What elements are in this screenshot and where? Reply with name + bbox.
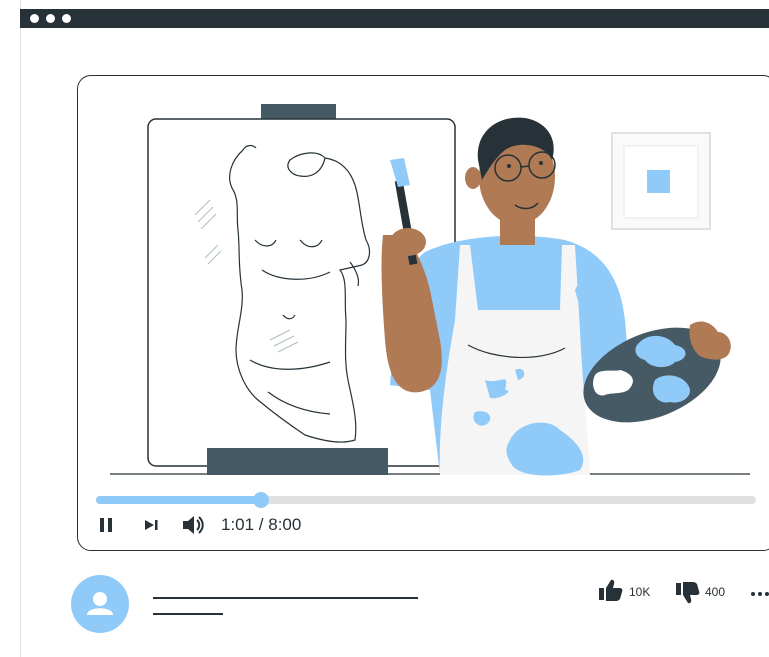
pause-icon bbox=[100, 518, 112, 532]
video-frame-illustration bbox=[110, 104, 750, 476]
progress-handle[interactable] bbox=[253, 492, 269, 508]
dislike-count: 400 bbox=[705, 585, 726, 599]
volume-button[interactable] bbox=[181, 514, 207, 536]
easel-top bbox=[261, 104, 336, 120]
time-display: 1:01 / 8:00 bbox=[221, 515, 302, 534]
next-icon bbox=[145, 520, 158, 530]
video-title-placeholder bbox=[153, 597, 418, 599]
pause-button[interactable] bbox=[98, 514, 116, 536]
channel-avatar[interactable] bbox=[71, 575, 129, 633]
progress-bar[interactable] bbox=[96, 492, 756, 508]
progress-fill bbox=[96, 496, 261, 504]
channel-name-placeholder bbox=[153, 613, 223, 615]
like-count: 10K bbox=[629, 585, 651, 599]
more-icon[interactable] bbox=[750, 590, 769, 598]
volume-icon bbox=[183, 516, 204, 534]
next-button[interactable] bbox=[143, 514, 161, 536]
wall-picture bbox=[611, 132, 711, 230]
thumbs-up-icon[interactable] bbox=[598, 578, 624, 604]
thumbs-down-icon[interactable] bbox=[675, 581, 701, 607]
user-icon bbox=[87, 592, 113, 615]
easel-base bbox=[207, 448, 388, 475]
